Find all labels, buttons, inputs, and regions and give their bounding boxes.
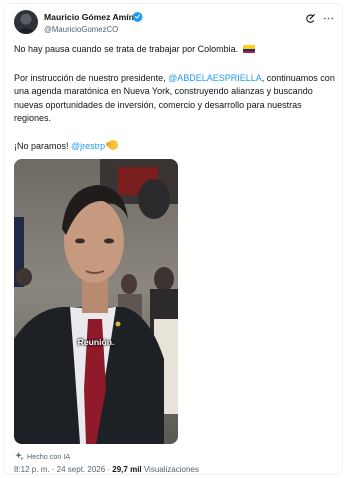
post-text-line1: No hay pausa cuando se trata de trabajar… (14, 43, 336, 56)
post-text-2-prefix: Por instrucción de nuestro presidente, (14, 73, 169, 83)
post-text-paragraph3: ¡No paramos! @jrestrp (14, 140, 336, 153)
mention-link-jrestrp[interactable]: @jrestrp (71, 141, 105, 151)
views-count: 29,7 mil (112, 465, 142, 474)
grok-icon[interactable] (305, 13, 316, 24)
author-name[interactable]: Mauricio Gómez Amín (44, 12, 134, 22)
flag-colombia-icon (242, 45, 255, 53)
video-frame (14, 159, 178, 444)
post-header: Mauricio Gómez Amín @MauricioGomezCO (14, 10, 334, 44)
post-text-paragraph2: Por instrucción de nuestro presidente, @… (14, 72, 336, 125)
ai-sparkle-icon (15, 451, 24, 461)
post-meta: 8:12 p. m. · 24 sept. 2026 · 29,7 mil Vi… (14, 465, 199, 474)
verified-badge-icon (132, 11, 143, 22)
video-media[interactable]: Reunión. (14, 159, 178, 444)
emoji-icon (106, 140, 119, 150)
ai-label-text: Hecho con IA (27, 452, 71, 461)
mention-link-abdelaespriella[interactable]: @ABDELAESPRIELLA (168, 73, 262, 83)
video-caption: Reunión. (77, 337, 115, 347)
author-handle[interactable]: @MauricioGomezCO (44, 25, 118, 34)
views-label: Visualizaciones (141, 465, 199, 474)
more-icon[interactable] (323, 13, 334, 24)
post-text-3-prefix: ¡No paramos! (14, 141, 72, 151)
post-card: Mauricio Gómez Amín @MauricioGomezCO No … (3, 3, 343, 475)
author-avatar[interactable] (14, 10, 38, 34)
post-timestamp[interactable]: 8:12 p. m. · 24 sept. 2026 · (14, 465, 112, 474)
post-text-1: No hay pausa cuando se trata de trabajar… (14, 44, 239, 54)
